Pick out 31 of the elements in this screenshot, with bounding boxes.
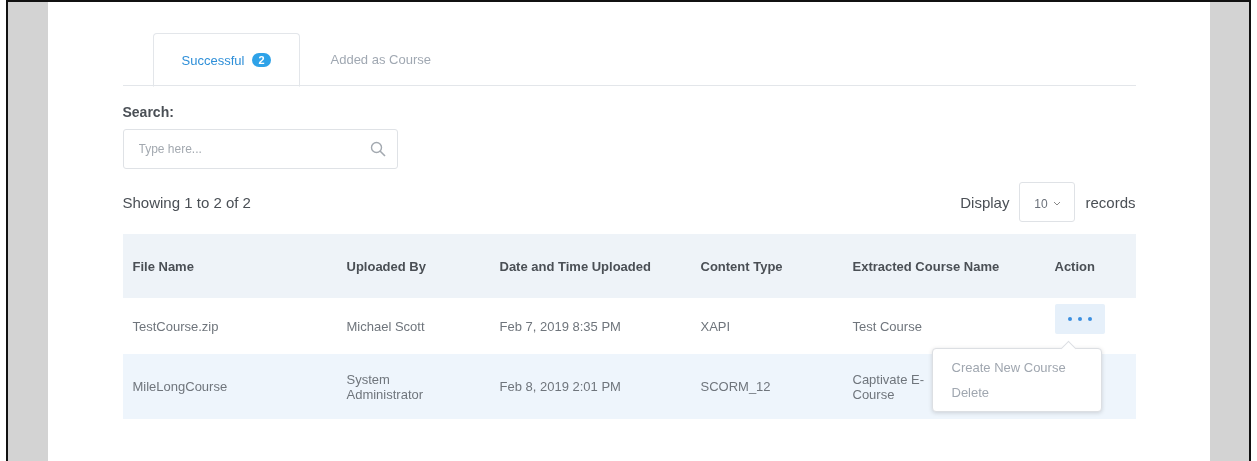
menu-item[interactable]: Create New Course <box>932 355 1101 380</box>
table-cell: SCORM_12 <box>700 379 771 394</box>
search-icon <box>369 141 386 157</box>
column-header: File Name <box>132 258 194 274</box>
table-cell-text: System Administrator <box>346 371 425 402</box>
table-cell: TestCourse.zip <box>132 318 219 334</box>
more-icon <box>1067 316 1092 321</box>
menu-item[interactable]: Delete <box>932 380 1101 405</box>
tab[interactable]: Successful 2 <box>152 33 300 87</box>
search-field[interactable]: Type here... <box>122 129 398 169</box>
column-header: Extracted Course Name <box>852 258 1000 274</box>
tab[interactable]: Added as Course <box>299 33 462 86</box>
table-cell: Feb 7, 2019 8:35 PM <box>499 318 621 334</box>
page-size-dropdown[interactable]: 10 <box>1019 182 1076 222</box>
count-badge: 2 <box>252 53 271 67</box>
table-cell: Michael Scott <box>346 318 425 334</box>
column-header: Action <box>1054 258 1095 274</box>
column-header: Uploaded By <box>346 258 426 274</box>
table-cell: XAPI <box>700 318 731 334</box>
table-cell: Captivate E- Course <box>852 371 925 402</box>
column-header: Content Type <box>700 258 783 274</box>
records-summary: Showing 1 to 2 of 2 <box>122 193 251 211</box>
table-cell: Feb 8, 2019 2:01 PM <box>499 379 621 394</box>
column-header: Date and Time Uploaded <box>499 258 651 274</box>
search-label: Search: <box>122 104 175 120</box>
chevron-icon <box>1052 201 1061 206</box>
more-button[interactable] <box>1054 303 1105 334</box>
display-label: Display <box>960 193 1010 211</box>
records-label: records <box>1085 193 1136 211</box>
table-cell: Test Course <box>852 318 922 334</box>
table-cell: MileLongCourse <box>132 379 228 394</box>
